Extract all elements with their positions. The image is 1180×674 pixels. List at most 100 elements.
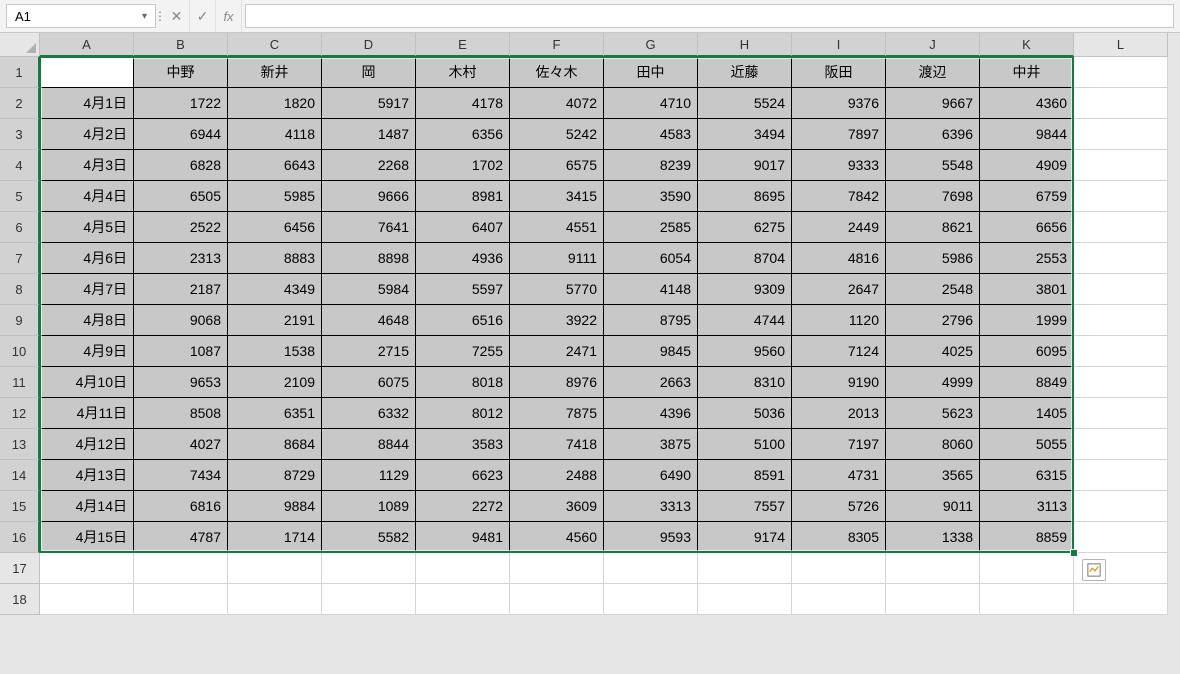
cell-J18[interactable] bbox=[886, 584, 980, 615]
cell-I6[interactable]: 2449 bbox=[792, 212, 886, 243]
column-header-I[interactable]: I bbox=[792, 33, 886, 57]
cell-J11[interactable]: 4999 bbox=[886, 367, 980, 398]
cell-J13[interactable]: 8060 bbox=[886, 429, 980, 460]
cell-H15[interactable]: 7557 bbox=[698, 491, 792, 522]
cell-D15[interactable]: 1089 bbox=[322, 491, 416, 522]
cell-D7[interactable]: 8898 bbox=[322, 243, 416, 274]
cell-L18[interactable] bbox=[1074, 584, 1168, 615]
cell-J12[interactable]: 5623 bbox=[886, 398, 980, 429]
cell-D18[interactable] bbox=[322, 584, 416, 615]
cell-J4[interactable]: 5548 bbox=[886, 150, 980, 181]
cell-K3[interactable]: 9844 bbox=[980, 119, 1074, 150]
cell-B3[interactable]: 6944 bbox=[134, 119, 228, 150]
cell-A17[interactable] bbox=[40, 553, 134, 584]
cell-B18[interactable] bbox=[134, 584, 228, 615]
row-header-2[interactable]: 2 bbox=[0, 88, 40, 119]
cell-A9[interactable]: 4月8日 bbox=[40, 305, 134, 336]
fx-icon[interactable]: fx bbox=[216, 0, 242, 32]
cell-A12[interactable]: 4月11日 bbox=[40, 398, 134, 429]
cell-C17[interactable] bbox=[228, 553, 322, 584]
row-header-5[interactable]: 5 bbox=[0, 181, 40, 212]
cell-G11[interactable]: 2663 bbox=[604, 367, 698, 398]
cell-L8[interactable] bbox=[1074, 274, 1168, 305]
cell-H12[interactable]: 5036 bbox=[698, 398, 792, 429]
cell-L15[interactable] bbox=[1074, 491, 1168, 522]
cell-C1[interactable]: 新井 bbox=[228, 57, 322, 88]
cell-B2[interactable]: 1722 bbox=[134, 88, 228, 119]
cell-A11[interactable]: 4月10日 bbox=[40, 367, 134, 398]
cell-J10[interactable]: 4025 bbox=[886, 336, 980, 367]
cell-I5[interactable]: 7842 bbox=[792, 181, 886, 212]
cell-J17[interactable] bbox=[886, 553, 980, 584]
cell-A4[interactable]: 4月3日 bbox=[40, 150, 134, 181]
row-header-13[interactable]: 13 bbox=[0, 429, 40, 460]
cell-I17[interactable] bbox=[792, 553, 886, 584]
cell-D14[interactable]: 1129 bbox=[322, 460, 416, 491]
cell-D6[interactable]: 7641 bbox=[322, 212, 416, 243]
cell-K7[interactable]: 2553 bbox=[980, 243, 1074, 274]
cell-H1[interactable]: 近藤 bbox=[698, 57, 792, 88]
cell-H9[interactable]: 4744 bbox=[698, 305, 792, 336]
cell-L7[interactable] bbox=[1074, 243, 1168, 274]
select-all-corner[interactable] bbox=[0, 33, 40, 57]
cell-A10[interactable]: 4月9日 bbox=[40, 336, 134, 367]
cell-C7[interactable]: 8883 bbox=[228, 243, 322, 274]
cell-E11[interactable]: 8018 bbox=[416, 367, 510, 398]
cell-F7[interactable]: 9111 bbox=[510, 243, 604, 274]
cell-G6[interactable]: 2585 bbox=[604, 212, 698, 243]
cell-A6[interactable]: 4月5日 bbox=[40, 212, 134, 243]
cell-G7[interactable]: 6054 bbox=[604, 243, 698, 274]
row-header-6[interactable]: 6 bbox=[0, 212, 40, 243]
row-header-10[interactable]: 10 bbox=[0, 336, 40, 367]
cell-I7[interactable]: 4816 bbox=[792, 243, 886, 274]
cell-H10[interactable]: 9560 bbox=[698, 336, 792, 367]
cell-G15[interactable]: 3313 bbox=[604, 491, 698, 522]
cell-A5[interactable]: 4月4日 bbox=[40, 181, 134, 212]
row-header-11[interactable]: 11 bbox=[0, 367, 40, 398]
cell-A7[interactable]: 4月6日 bbox=[40, 243, 134, 274]
cell-B6[interactable]: 2522 bbox=[134, 212, 228, 243]
cell-C2[interactable]: 1820 bbox=[228, 88, 322, 119]
cell-L5[interactable] bbox=[1074, 181, 1168, 212]
row-header-3[interactable]: 3 bbox=[0, 119, 40, 150]
cell-L10[interactable] bbox=[1074, 336, 1168, 367]
cell-G16[interactable]: 9593 bbox=[604, 522, 698, 553]
cell-J2[interactable]: 9667 bbox=[886, 88, 980, 119]
cell-E9[interactable]: 6516 bbox=[416, 305, 510, 336]
cell-C13[interactable]: 8684 bbox=[228, 429, 322, 460]
cell-A2[interactable]: 4月1日 bbox=[40, 88, 134, 119]
cell-J16[interactable]: 1338 bbox=[886, 522, 980, 553]
cell-I3[interactable]: 7897 bbox=[792, 119, 886, 150]
row-header-9[interactable]: 9 bbox=[0, 305, 40, 336]
cell-J3[interactable]: 6396 bbox=[886, 119, 980, 150]
cell-C9[interactable]: 2191 bbox=[228, 305, 322, 336]
cell-G13[interactable]: 3875 bbox=[604, 429, 698, 460]
cell-E16[interactable]: 9481 bbox=[416, 522, 510, 553]
cell-B1[interactable]: 中野 bbox=[134, 57, 228, 88]
cell-A8[interactable]: 4月7日 bbox=[40, 274, 134, 305]
cell-E14[interactable]: 6623 bbox=[416, 460, 510, 491]
cell-C10[interactable]: 1538 bbox=[228, 336, 322, 367]
cell-H2[interactable]: 5524 bbox=[698, 88, 792, 119]
cell-G10[interactable]: 9845 bbox=[604, 336, 698, 367]
cell-L9[interactable] bbox=[1074, 305, 1168, 336]
cell-G8[interactable]: 4148 bbox=[604, 274, 698, 305]
cell-G3[interactable]: 4583 bbox=[604, 119, 698, 150]
cell-L14[interactable] bbox=[1074, 460, 1168, 491]
row-header-7[interactable]: 7 bbox=[0, 243, 40, 274]
cell-B16[interactable]: 4787 bbox=[134, 522, 228, 553]
cell-A18[interactable] bbox=[40, 584, 134, 615]
row-header-1[interactable]: 1 bbox=[0, 57, 40, 88]
cell-D5[interactable]: 9666 bbox=[322, 181, 416, 212]
cell-A16[interactable]: 4月15日 bbox=[40, 522, 134, 553]
cell-D17[interactable] bbox=[322, 553, 416, 584]
cell-I1[interactable]: 阪田 bbox=[792, 57, 886, 88]
column-header-J[interactable]: J bbox=[886, 33, 980, 57]
cell-H4[interactable]: 9017 bbox=[698, 150, 792, 181]
cell-F13[interactable]: 7418 bbox=[510, 429, 604, 460]
cell-K13[interactable]: 5055 bbox=[980, 429, 1074, 460]
cell-F5[interactable]: 3415 bbox=[510, 181, 604, 212]
cell-K6[interactable]: 6656 bbox=[980, 212, 1074, 243]
cell-A3[interactable]: 4月2日 bbox=[40, 119, 134, 150]
cell-A15[interactable]: 4月14日 bbox=[40, 491, 134, 522]
